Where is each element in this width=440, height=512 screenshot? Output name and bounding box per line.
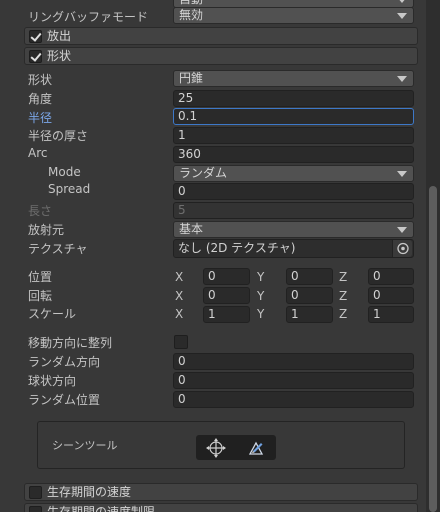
shape-type-label: 形状 (28, 73, 53, 87)
scale-z-axis: Z (339, 307, 348, 321)
position-y-field[interactable]: 0 (286, 268, 333, 285)
chevron-down-icon (397, 171, 407, 177)
emission-title: 放出 (47, 29, 72, 43)
shape-type-value: 円錐 (179, 71, 204, 85)
spread-field[interactable]: 0 (173, 183, 414, 200)
angle-label: 角度 (28, 92, 53, 106)
scale-x-axis: X (175, 307, 184, 321)
length-label: 長さ (28, 204, 53, 218)
length-field: 5 (173, 202, 414, 219)
chevron-down-icon (397, 13, 407, 19)
chevron-down-icon (397, 0, 407, 3)
scale-y-field[interactable]: 1 (286, 306, 333, 323)
shape-section-header[interactable]: 形状 (24, 47, 418, 65)
move-transform-icon[interactable] (196, 435, 236, 460)
ring-buffer-label: リングバッファモード (28, 10, 149, 24)
rotation-x-field[interactable]: 0 (203, 287, 250, 304)
scene-tools-label: シーンツール (52, 439, 118, 452)
position-y-axis: Y (257, 270, 265, 284)
lifetime-speed-title: 生存期間の速度 (47, 485, 132, 499)
scale-y-axis: Y (257, 307, 265, 321)
shape-type-dropdown[interactable]: 円錐 (173, 70, 414, 87)
angle-field[interactable]: 25 (173, 90, 414, 107)
rotation-z-field[interactable]: 0 (368, 287, 414, 304)
position-label: 位置 (28, 270, 53, 284)
shape-title: 形状 (47, 49, 72, 63)
scene-tools-buttons (196, 435, 276, 460)
radius-thickness-field[interactable]: 1 (173, 127, 414, 144)
ring-buffer-value: 無効 (179, 8, 204, 22)
lifetime-speed-checkbox[interactable] (29, 486, 42, 499)
random-direction-field[interactable]: 0 (173, 353, 414, 370)
texture-field[interactable]: なし (2D テクスチャ) (173, 239, 414, 258)
radius-thickness-label: 半径の厚さ (28, 129, 89, 143)
scrollbar-thumb[interactable] (429, 186, 437, 512)
lifetime-limit-title: 生存期間の速度制限 (47, 505, 156, 512)
emission-section-header[interactable]: 放出 (24, 27, 418, 45)
position-x-field[interactable]: 0 (203, 268, 250, 285)
arc-field[interactable]: 360 (173, 146, 414, 163)
partial-dropdown-value: 自動 (179, 0, 203, 6)
shape-checkbox[interactable] (29, 50, 42, 63)
lifetime-speed-section-header[interactable]: 生存期間の速度 (24, 483, 418, 501)
scale-label: スケール (28, 307, 77, 321)
spread-label: Spread (48, 182, 91, 196)
radius-label: 半径 (28, 111, 53, 125)
rotation-y-field[interactable]: 0 (286, 287, 333, 304)
arc-label: Arc (28, 146, 48, 160)
ring-buffer-dropdown[interactable]: 無効 (173, 7, 414, 24)
rotation-z-axis: Z (339, 289, 348, 303)
scale-x-field[interactable]: 1 (203, 306, 250, 323)
emission-checkbox[interactable] (29, 30, 42, 43)
position-z-axis: Z (339, 270, 348, 284)
edit-shape-icon[interactable] (236, 435, 276, 460)
inspector-panel: 自動 リングバッファモード 無効 放出 形状 形状 円錐 角度 25 半径 0.… (0, 0, 426, 512)
emit-from-label: 放射元 (28, 223, 65, 237)
radius-field[interactable]: 0.1 (173, 108, 414, 125)
scale-z-field[interactable]: 1 (368, 306, 414, 323)
position-x-axis: X (175, 270, 184, 284)
random-position-field[interactable]: 0 (173, 391, 414, 408)
object-picker-icon[interactable] (392, 240, 412, 257)
align-direction-checkbox[interactable] (174, 335, 188, 349)
chevron-down-icon (397, 227, 407, 233)
align-direction-label: 移動方向に整列 (28, 336, 113, 350)
position-z-field[interactable]: 0 (368, 268, 414, 285)
random-position-label: ランダム位置 (28, 393, 101, 407)
lifetime-limit-section-header[interactable]: 生存期間の速度制限 (24, 503, 418, 512)
texture-value: なし (2D テクスチャ) (178, 241, 296, 255)
mode-label: Mode (48, 165, 81, 179)
mode-dropdown[interactable]: ランダム (173, 165, 414, 182)
emit-from-dropdown[interactable]: 基本 (173, 221, 414, 238)
emit-from-value: 基本 (179, 222, 204, 236)
chevron-down-icon (397, 76, 407, 82)
rotation-label: 回転 (28, 289, 53, 303)
lifetime-limit-checkbox[interactable] (29, 506, 42, 512)
spherize-direction-label: 球状方向 (28, 374, 77, 388)
rotation-y-axis: Y (257, 289, 265, 303)
texture-label: テクスチャ (28, 242, 88, 256)
rotation-x-axis: X (175, 289, 184, 303)
mode-value: ランダム (179, 166, 228, 180)
random-direction-label: ランダム方向 (28, 355, 101, 369)
spherize-direction-field[interactable]: 0 (173, 372, 414, 389)
